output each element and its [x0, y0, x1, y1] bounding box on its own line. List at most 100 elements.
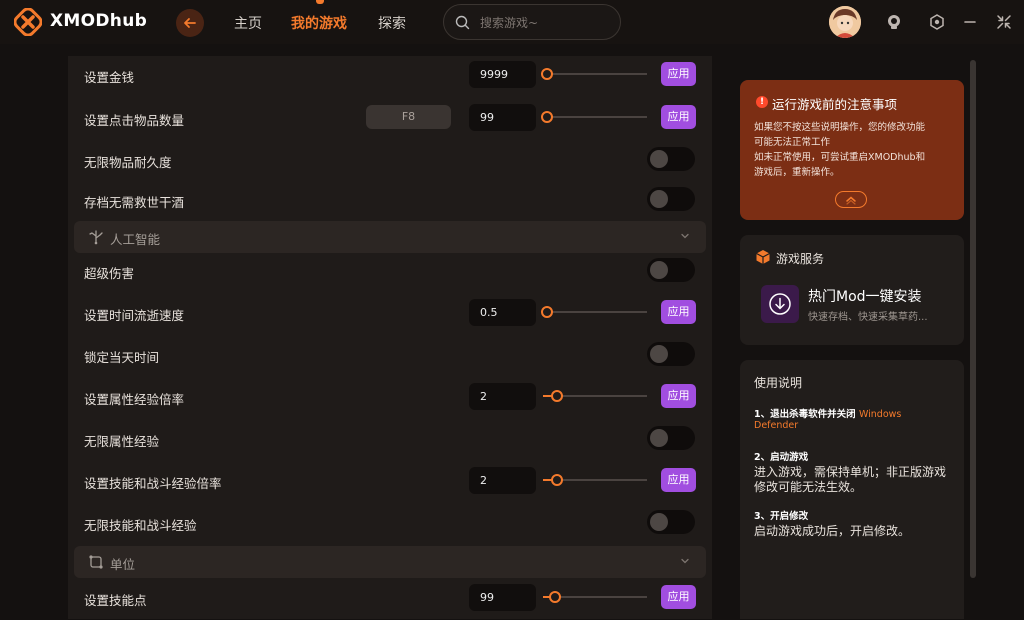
cheat-row: 设置金钱 9999 应用 — [68, 55, 712, 97]
value-input[interactable]: 2 — [469, 467, 536, 494]
usage-step-2: 2、启动游戏 进入游戏，需保持单机；非正版游戏修改可能无法生效。 — [754, 449, 954, 495]
value-text: 0.5 — [480, 306, 498, 319]
toggle-switch[interactable] — [647, 510, 695, 534]
step-body: 启动游戏成功后，开启修改。 — [754, 524, 911, 538]
notice-line: 如未正常使用，可尝试重启XMODhub和 — [754, 152, 926, 163]
cheat-label: 设置技能和战斗经验倍率 — [84, 476, 222, 491]
slider-thumb[interactable] — [541, 111, 553, 123]
right-panel-scrollbar[interactable] — [970, 60, 976, 578]
usage-guide-card: 使用说明 1、退出杀毒软件并关闭 Windows Defender 2、启动游戏… — [740, 360, 964, 619]
step-head: 2、启动游戏 — [754, 452, 809, 463]
cheat-label: 设置金钱 — [84, 70, 135, 85]
apply-button[interactable]: 应用 — [661, 585, 696, 609]
value-slider[interactable] — [543, 474, 647, 486]
top-bar: XMODhub 主页 我的游戏 探索 — [0, 0, 1024, 44]
apply-button[interactable]: 应用 — [661, 300, 696, 324]
step-body: 进入游戏，需保持单机；非正版游戏修改可能无法生效。 — [754, 465, 947, 494]
cheat-label: 设置时间流逝速度 — [84, 308, 185, 323]
cheat-row: 设置时间流逝速度 0.5 应用 — [68, 293, 712, 335]
cheat-row: 无限属性经验 — [68, 419, 712, 461]
settings-icon[interactable] — [929, 14, 945, 30]
toggle-knob — [650, 261, 668, 279]
value-input[interactable]: 99 — [469, 104, 536, 131]
tree-icon — [89, 230, 103, 245]
arrow-left-icon — [184, 18, 196, 28]
back-button[interactable] — [176, 9, 204, 37]
notice-line: 游戏后，重新操作。 — [754, 167, 840, 178]
toggle-knob — [650, 150, 668, 168]
user-avatar-icon — [829, 6, 861, 38]
warning-icon: ! — [756, 96, 768, 108]
toggle-switch[interactable] — [647, 187, 695, 211]
cheat-label: 设置技能点 — [84, 593, 147, 608]
headset-icon[interactable] — [886, 14, 902, 30]
apply-button[interactable]: 应用 — [661, 468, 696, 492]
chevron-down-icon — [681, 233, 689, 239]
notice-collapse-button[interactable] — [835, 191, 867, 208]
toggle-knob — [650, 345, 668, 363]
game-service-card: 游戏服务 热门Mod一键安装 快速存档、快速采集草药... — [740, 235, 964, 345]
cheat-label: 存档无需救世干酒 — [84, 195, 185, 210]
value-input[interactable]: 99 — [469, 584, 536, 611]
cheat-label: 无限属性经验 — [84, 434, 160, 449]
collapse-window-icon[interactable] — [996, 14, 1012, 30]
value-slider[interactable] — [541, 111, 647, 123]
value-text: 99 — [480, 111, 494, 124]
mod-install-button[interactable] — [761, 285, 799, 323]
brand-name: XMODhub — [50, 11, 148, 31]
unit-icon — [89, 555, 103, 569]
hotkey-button[interactable]: F8 — [366, 105, 451, 129]
avatar[interactable] — [829, 6, 861, 38]
value-slider[interactable] — [541, 306, 647, 318]
usage-step-1: 1、退出杀毒软件并关闭 Windows Defender — [754, 406, 954, 431]
cheat-label: 无限物品耐久度 — [84, 155, 172, 170]
toggle-switch[interactable] — [647, 342, 695, 366]
toggle-switch[interactable] — [647, 258, 695, 282]
notice-line: 可能无法正常工作 — [754, 137, 831, 148]
value-text: 99 — [480, 591, 494, 604]
section-label: 单位 — [110, 557, 136, 572]
nav-home[interactable]: 主页 — [234, 13, 262, 33]
section-header[interactable]: 人工智能 — [74, 221, 706, 253]
value-input[interactable]: 2 — [469, 383, 536, 410]
slider-thumb[interactable] — [549, 591, 562, 603]
toggle-knob — [650, 429, 668, 447]
search-box[interactable] — [443, 4, 621, 40]
download-icon — [769, 293, 791, 315]
section-header[interactable]: 单位 — [74, 546, 706, 578]
value-slider[interactable] — [543, 591, 647, 603]
slider-thumb[interactable] — [551, 474, 564, 486]
value-text: 9999 — [480, 68, 508, 81]
search-input[interactable] — [478, 13, 612, 33]
value-slider[interactable] — [543, 390, 647, 402]
usage-step-3: 3、开启修改 启动游戏成功后，开启修改。 — [754, 508, 954, 539]
service-name[interactable]: 热门Mod一键安装 — [808, 286, 922, 306]
windows-defender-link-cont: Defender — [754, 420, 799, 431]
service-desc: 快速存档、快速采集草药... — [808, 312, 928, 323]
value-input[interactable]: 9999 — [469, 61, 536, 88]
toggle-knob — [650, 513, 668, 531]
slider-thumb[interactable] — [541, 306, 553, 318]
cheat-row: 设置属性经验倍率 2 应用 — [68, 377, 712, 419]
nav-my-games[interactable]: 我的游戏 — [291, 13, 347, 33]
apply-button[interactable]: 应用 — [661, 105, 696, 129]
nav-explore[interactable]: 探索 — [378, 13, 406, 33]
usage-title: 使用说明 — [754, 376, 803, 390]
apply-button[interactable]: 应用 — [661, 62, 696, 86]
search-icon — [455, 15, 470, 30]
minimize-icon[interactable] — [962, 14, 978, 30]
toggle-switch[interactable] — [647, 147, 695, 171]
windows-defender-link: Windows — [858, 409, 902, 420]
slider-thumb[interactable] — [551, 390, 564, 402]
cheat-row: 无限物品耐久度 — [68, 140, 712, 182]
value-slider[interactable] — [541, 68, 647, 80]
cheat-label: 设置点击物品数量 — [84, 113, 185, 128]
slider-thumb[interactable] — [541, 68, 553, 80]
apply-button[interactable]: 应用 — [661, 384, 696, 408]
toggle-switch[interactable] — [647, 426, 695, 450]
cheat-row: 无限技能和战斗经验 — [68, 503, 712, 545]
value-input[interactable]: 0.5 — [469, 299, 536, 326]
notice-card: ! 运行游戏前的注意事项 如果您不按这些说明操作，您的修改功能 可能无法正常工作… — [740, 80, 964, 220]
package-icon — [756, 250, 770, 264]
cheat-row: 存档无需救世干酒 — [68, 180, 712, 222]
